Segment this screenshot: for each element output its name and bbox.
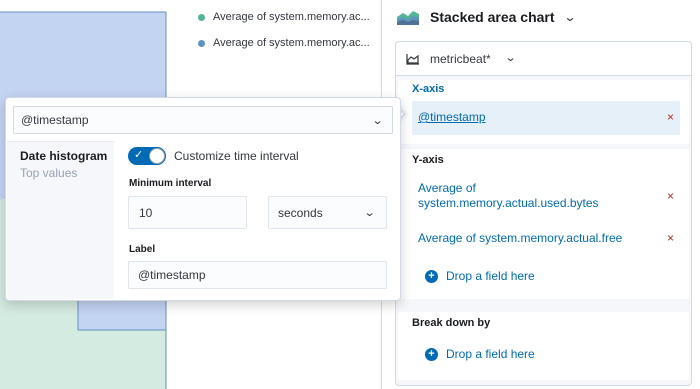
y-axis-dimension[interactable]: Average of system.memory.actual.free × [412,224,680,254]
field-select-value: @timestamp [21,113,89,127]
x-axis-field-link[interactable]: @timestamp [418,110,486,125]
legend-label: Average of system.memory.ac... [213,11,370,23]
break-down-label: Break down by [412,317,491,329]
stacked-area-chart-icon [397,11,419,25]
x-axis-dimension[interactable]: @timestamp × [412,101,680,135]
interval-unit-select[interactable]: seconds ⌄ [268,196,387,229]
minimum-interval-label: Minimum interval [129,178,212,189]
plus-circle-icon: + [425,269,438,283]
area-chart-icon [406,54,419,65]
function-date-histogram[interactable]: Date histogram [20,149,107,163]
drop-zone-label: Drop a field here [446,269,535,283]
remove-dimension-icon[interactable]: × [667,189,674,203]
config-panel: Stacked area chart ⌄ metricbeat* ⌄ X-axi… [381,0,700,389]
dimension-editor-popover: @timestamp ⌄ Date histogram Top values ✓… [5,97,401,301]
break-down-section: Break down by + Drop a field here [398,312,689,380]
customize-interval-label: Customize time interval [174,149,299,163]
plus-circle-icon: + [425,347,438,361]
x-axis-section: X-axis @timestamp × [398,80,689,144]
remove-dimension-icon[interactable]: × [667,231,674,245]
legend-item[interactable]: Average of system.memory.ac... [198,36,370,50]
drop-zone-label: Drop a field here [446,347,535,361]
legend-color-dot [198,13,205,21]
customize-interval-toggle[interactable]: ✓ [128,147,166,165]
interval-value-input[interactable]: 10 [128,196,247,229]
data-source-switcher[interactable]: metricbeat* ⌄ [396,42,691,76]
chevron-down-icon: ⌄ [504,52,517,64]
y-axis-drop-zone[interactable]: + Drop a field here [412,260,680,292]
function-list: Date histogram Top values [7,141,114,299]
vis-type-switcher[interactable]: Stacked area chart ⌄ [396,6,577,28]
label-field-label: Label [129,244,156,255]
label-input-value: @timestamp [138,268,206,282]
remove-dimension-icon[interactable]: × [667,110,674,124]
break-down-drop-zone[interactable]: + Drop a field here [412,338,680,370]
check-icon: ✓ [134,149,144,161]
chevron-down-icon: ⌄ [563,10,577,24]
legend-color-dot [198,39,205,47]
function-top-values[interactable]: Top values [20,166,77,180]
legend-item[interactable]: Average of system.memory.ac... [198,10,370,24]
vis-type-label: Stacked area chart [430,9,555,25]
chevron-down-icon: ⌄ [371,115,384,127]
y-axis-field-link[interactable]: Average of system.memory.actual.free [418,231,622,246]
y-axis-section: Y-axis Average of system.memory.actual.u… [398,149,689,299]
y-axis-label: Y-axis [412,154,444,166]
chart-legend: Average of system.memory.ac... Average o… [198,10,370,62]
y-axis-field-link[interactable]: Average of system.memory.actual.used.byt… [418,181,638,211]
y-axis-dimension[interactable]: Average of system.memory.actual.used.byt… [412,174,680,218]
function-options: ✓ Customize time interval Minimum interv… [115,141,399,299]
interval-value: 10 [139,205,153,220]
label-input[interactable]: @timestamp [128,261,387,289]
x-axis-label: X-axis [412,83,445,95]
interval-unit-value: seconds [278,205,323,220]
legend-label: Average of system.memory.ac... [213,37,370,49]
layer-panel: metricbeat* ⌄ X-axis @timestamp × Y-axis… [395,41,692,386]
field-select[interactable]: @timestamp ⌄ [13,106,393,134]
chevron-down-icon: ⌄ [363,207,376,219]
data-source-name: metricbeat* [430,52,491,66]
toggle-knob [149,148,165,164]
